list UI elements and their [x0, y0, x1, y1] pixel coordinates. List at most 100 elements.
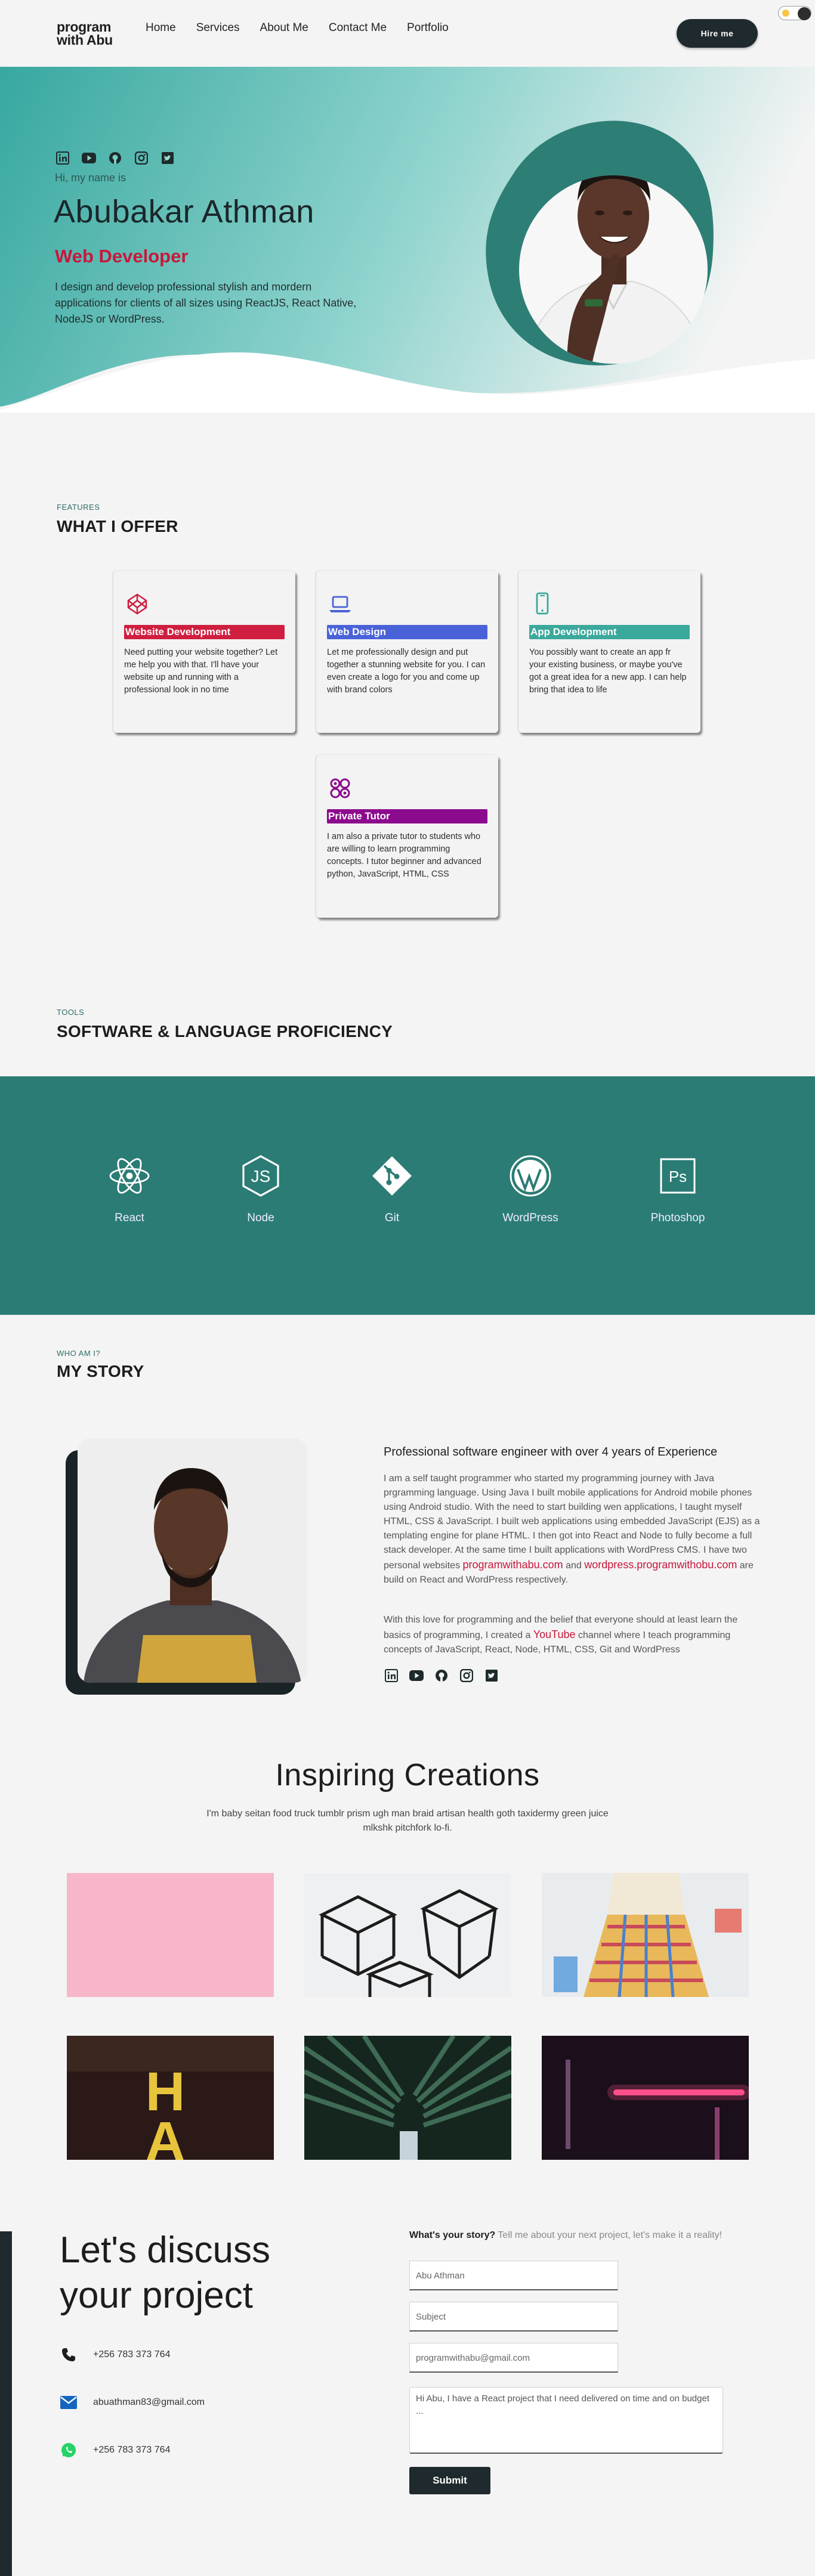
sun-icon	[782, 10, 789, 17]
hire-me-button[interactable]: Hire me	[677, 19, 758, 48]
linkedin-icon[interactable]	[384, 1668, 399, 1683]
skills-band: React JS Node Git WordPress Ps Photoshop	[0, 1076, 815, 1315]
card-title: Website Development	[124, 625, 285, 639]
portfolio-tile-corridor[interactable]	[304, 2036, 511, 2160]
contact-title-line2: your project	[60, 2275, 253, 2316]
twitter-icon[interactable]	[484, 1668, 499, 1683]
nodejs-icon: JS	[242, 1155, 279, 1197]
portfolio-tile-pink[interactable]	[67, 1873, 274, 1997]
hero-section: Hi, my name is Abubakar Athman Web Devel…	[0, 67, 815, 413]
service-card-app-development[interactable]: App Development You possibly want to cre…	[518, 571, 700, 733]
wordpress-site-link[interactable]: wordpress.programwithobu.com	[584, 1559, 737, 1571]
form-heading-bold: What's your story?	[409, 2230, 496, 2240]
story-text: I am a self taught programmer who starte…	[384, 1473, 760, 1571]
portfolio-tile-neon[interactable]	[542, 2036, 749, 2160]
photoshop-icon: Ps	[660, 1158, 696, 1194]
story-kicker: WHO AM I?	[57, 1349, 101, 1358]
skill-label: Node	[247, 1212, 274, 1224]
react-icon	[109, 1158, 150, 1194]
contact-phone[interactable]: +256 783 373 764	[60, 2346, 170, 2364]
offer-title: WHAT I OFFER	[57, 517, 178, 535]
nav-link-contact[interactable]: Contact Me	[329, 21, 387, 35]
nav-link-about[interactable]: About Me	[260, 21, 308, 35]
hero-social-links	[55, 150, 175, 166]
skill-git: Git	[338, 1154, 446, 1225]
form-subheading: Tell me about your next project, let's m…	[498, 2230, 723, 2240]
card-title: Private Tutor	[327, 809, 487, 823]
linkedin-icon[interactable]	[55, 150, 70, 166]
mobile-icon	[536, 592, 549, 615]
svg-text:Ps: Ps	[669, 1168, 687, 1185]
skill-label: React	[115, 1212, 144, 1224]
skill-label: WordPress	[502, 1212, 558, 1224]
hero-greeting: Hi, my name is	[55, 172, 126, 184]
contact-title: Let's discuss your project	[60, 2228, 270, 2318]
message-field[interactable]: Hi Abu, I have a React project that I ne…	[409, 2387, 723, 2454]
service-card-private-tutor[interactable]: Private Tutor I am also a private tutor …	[316, 755, 498, 918]
hero-name: Abubakar Athman	[54, 194, 314, 230]
youtube-link[interactable]: YouTube	[533, 1628, 576, 1640]
logo-line2: with Abu	[57, 32, 113, 48]
page: program with Abu Home Services About Me …	[0, 0, 815, 2576]
wordpress-icon	[510, 1155, 551, 1197]
instagram-icon[interactable]	[459, 1668, 474, 1683]
story-social-links	[384, 1668, 499, 1683]
skill-node: JS Node	[207, 1154, 314, 1225]
logo[interactable]: program with Abu	[57, 20, 113, 47]
portfolio-tile-letters[interactable]: H A	[67, 2036, 274, 2160]
hero-description: I design and develop professional stylis…	[55, 281, 357, 325]
nav-link-home[interactable]: Home	[146, 21, 176, 35]
hero-portrait-image	[486, 120, 714, 366]
skill-label: Git	[384, 1212, 400, 1224]
envelope-icon	[60, 2394, 78, 2411]
tutor-icon	[330, 778, 350, 798]
form-heading: What's your story? Tell me about your ne…	[409, 2230, 722, 2241]
codepen-icon	[127, 593, 147, 615]
github-icon[interactable]	[107, 150, 123, 166]
submit-button[interactable]: Submit	[409, 2467, 490, 2494]
skill-photoshop: Ps Photoshop	[624, 1154, 731, 1225]
contact-side-bar	[0, 2231, 12, 2576]
youtube-icon[interactable]	[409, 1668, 424, 1683]
story-and: and	[566, 1561, 582, 1571]
card-title: App Development	[529, 625, 690, 639]
subject-field[interactable]: Subject	[409, 2302, 618, 2332]
card-title: Web Design	[327, 625, 487, 639]
nav-link-services[interactable]: Services	[196, 21, 240, 35]
name-field[interactable]: Abu Athman	[409, 2261, 618, 2290]
story-photo	[78, 1438, 307, 1683]
portfolio-tile-cubes[interactable]	[304, 1873, 511, 1997]
contact-email[interactable]: abuathman83@gmail.com	[60, 2394, 205, 2411]
offer-kicker: FEATURES	[57, 503, 100, 512]
skill-wordpress: WordPress	[477, 1154, 584, 1225]
hero-role: Web Developer	[55, 246, 189, 267]
toggle-knob	[798, 7, 811, 20]
creations-title: Inspiring Creations	[275, 1758, 540, 1792]
nav-link-portfolio[interactable]: Portfolio	[407, 21, 449, 35]
nav-links: Home Services About Me Contact Me Portfo…	[146, 21, 449, 35]
contact-whatsapp[interactable]: +256 783 373 764	[60, 2441, 170, 2459]
creations-description: I'm baby seitan food truck tumblr prism …	[206, 1809, 609, 1833]
whatsapp-icon	[60, 2441, 78, 2459]
card-text: You possibly want to create an app fr yo…	[529, 648, 687, 695]
contact-email-text: abuathman83@gmail.com	[93, 2397, 205, 2407]
contact-whatsapp-text: +256 783 373 764	[93, 2445, 171, 2455]
card-text: Need putting your website together? Let …	[124, 648, 278, 695]
youtube-icon[interactable]	[81, 150, 97, 166]
instagram-icon[interactable]	[134, 150, 149, 166]
contact-title-line1: Let's discuss	[60, 2230, 270, 2271]
github-icon[interactable]	[434, 1668, 449, 1683]
story-paragraph-1: I am a self taught programmer who starte…	[384, 1472, 765, 1587]
tools-kicker: TOOLS	[57, 1008, 85, 1017]
email-field[interactable]: programwithabu@gmail.com	[409, 2343, 618, 2373]
contact-phone-text: +256 783 373 764	[93, 2349, 171, 2360]
skill-label: Photoshop	[650, 1212, 705, 1224]
portfolio-tile-skirt[interactable]	[542, 1873, 749, 1997]
programwithabu-link[interactable]: programwithabu.com	[463, 1559, 563, 1571]
theme-toggle[interactable]	[778, 6, 811, 20]
git-icon	[372, 1156, 412, 1196]
card-text: I am also a private tutor to students wh…	[327, 832, 481, 879]
service-card-web-development[interactable]: Website Development Need putting your we…	[113, 571, 295, 733]
service-card-web-design[interactable]: Web Design Let me professionally design …	[316, 571, 498, 733]
twitter-icon[interactable]	[160, 150, 175, 166]
